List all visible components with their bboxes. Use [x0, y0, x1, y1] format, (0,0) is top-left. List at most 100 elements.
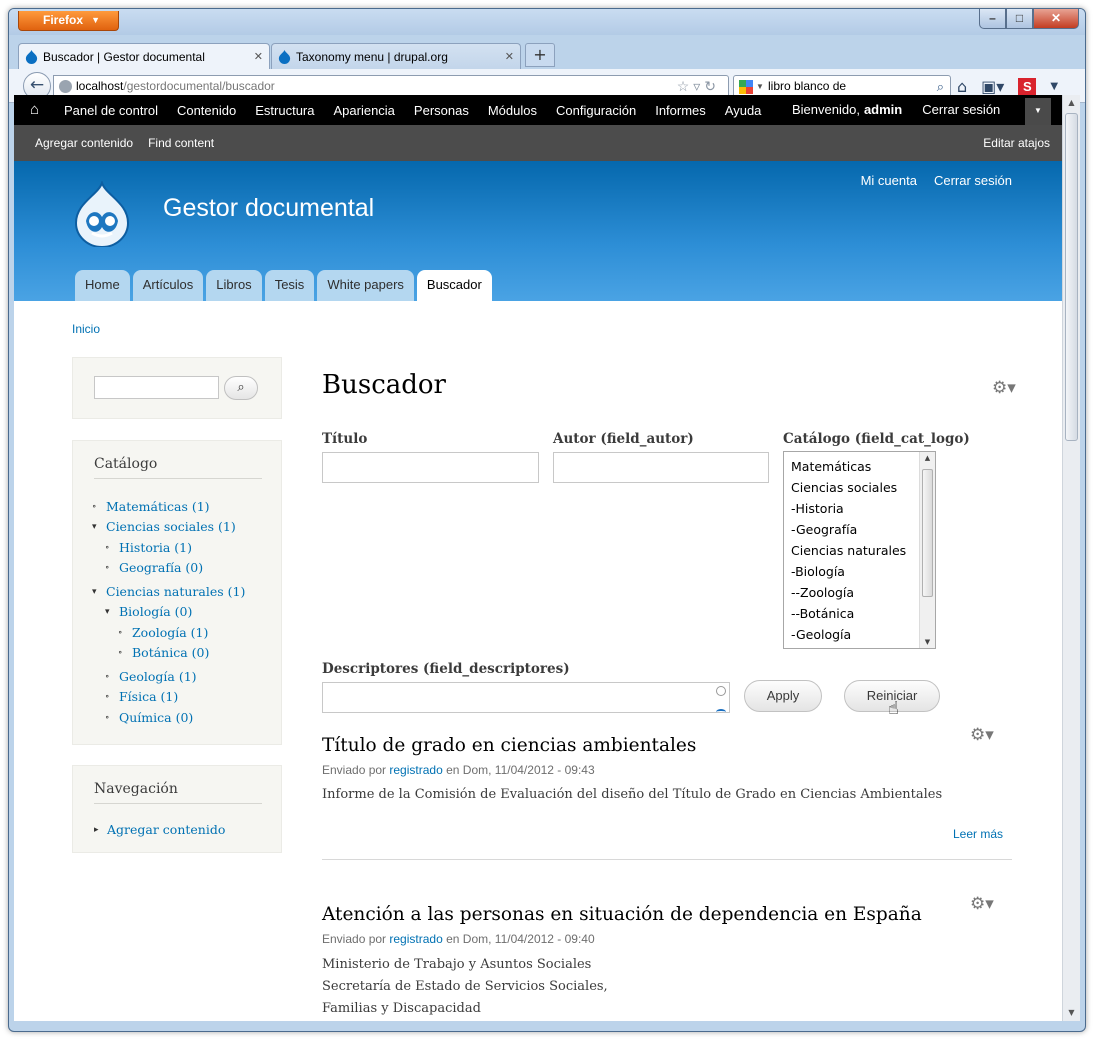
read-more-link[interactable]: Leer más	[953, 827, 1003, 841]
minimize-button[interactable]: –	[979, 9, 1006, 29]
tab-taxonomy-menu[interactable]: Taxonomy menu | drupal.org ✕	[271, 43, 521, 70]
close-tab-icon[interactable]: ✕	[254, 44, 263, 70]
scroll-down-icon[interactable]: ▼	[920, 638, 935, 646]
page-scrollbar[interactable]: ▲ ▼	[1062, 95, 1080, 1021]
page-scroll-thumb[interactable]	[1065, 113, 1078, 441]
catalog-item-link[interactable]: Ciencias naturales (1)	[106, 582, 245, 602]
maximize-button[interactable]: □	[1006, 9, 1033, 29]
drupal-logo-icon[interactable]	[72, 181, 132, 247]
catalog-item-link[interactable]: Biología (0)	[119, 602, 192, 622]
scroll-up-icon[interactable]: ▲	[1063, 95, 1080, 111]
search-input[interactable]	[94, 376, 219, 399]
select-scrollbar[interactable]: ▲ ▼	[919, 452, 935, 648]
catalog-item-link[interactable]: Química (0)	[119, 708, 193, 728]
admin-menu-apariencia[interactable]: Apariencia	[333, 103, 394, 118]
bookmarks-icon[interactable]: ▣▾	[981, 77, 1004, 96]
catalogo-option[interactable]: -Geografía	[791, 520, 935, 541]
result-body-2-line-3: Familias y Discapacidad	[322, 1001, 481, 1016]
gear-icon[interactable]: ⚙▾	[970, 894, 994, 914]
title-bar: Firefox ▼ – □ ✕	[9, 9, 1085, 35]
home-icon[interactable]: ⌂	[30, 101, 39, 118]
admin-menu-estructura[interactable]: Estructura	[255, 103, 314, 118]
catalog-item-link[interactable]: Ciencias sociales (1)	[106, 517, 236, 537]
admin-menu-configuracion[interactable]: Configuración	[556, 103, 636, 118]
admin-menu-panel-de-control[interactable]: Panel de control	[64, 103, 158, 118]
descriptores-input[interactable]	[322, 682, 730, 713]
extension-icon[interactable]: S	[1018, 77, 1037, 96]
admin-menu-ayuda[interactable]: Ayuda	[725, 103, 762, 118]
tab-libros[interactable]: Libros	[206, 270, 262, 301]
submitted-date: en Dom, 11/04/2012 - 09:40	[446, 932, 595, 946]
autor-input[interactable]	[553, 452, 769, 483]
catalogo-option[interactable]: -Biología	[791, 562, 935, 583]
username[interactable]: admin	[864, 95, 902, 125]
google-search-engine-icon[interactable]	[739, 80, 753, 94]
breadcrumb[interactable]: Inicio	[72, 322, 100, 336]
apply-button[interactable]: Apply	[744, 680, 822, 712]
site-name[interactable]: Gestor documental	[163, 194, 374, 223]
catalogo-option[interactable]: -Geología	[791, 625, 935, 646]
new-tab-button[interactable]: +	[525, 43, 555, 67]
catalogo-option[interactable]: Matemáticas	[791, 457, 935, 478]
admin-menu-contenido[interactable]: Contenido	[177, 103, 236, 118]
search-icon: ⌕	[237, 380, 245, 395]
logout-link-header[interactable]: Cerrar sesión	[934, 173, 1012, 188]
search-button[interactable]: ⌕	[224, 376, 258, 400]
bookmark-star-icon[interactable]: ☆▿↻	[677, 76, 720, 97]
gear-icon[interactable]: ⚙▾	[970, 725, 994, 745]
bullet-icon: ∘	[92, 502, 97, 512]
admin-menu-modulos[interactable]: Módulos	[488, 103, 537, 118]
edit-shortcuts-link[interactable]: Editar atajos	[983, 125, 1050, 161]
catalog-item-link[interactable]: Geología (1)	[119, 667, 197, 687]
close-window-button[interactable]: ✕	[1033, 9, 1079, 29]
admin-menu-informes[interactable]: Informes	[655, 103, 706, 118]
search-icon[interactable]: ⌕	[937, 76, 944, 97]
tab-buscador[interactable]: Buscador | Gestor documental ✕	[18, 43, 270, 70]
author-link[interactable]: registrado	[389, 763, 442, 777]
nav-add-content-link[interactable]: Agregar contenido	[107, 820, 225, 840]
scroll-down-icon[interactable]: ▼	[1063, 1005, 1080, 1021]
scroll-thumb[interactable]	[922, 469, 933, 597]
firefox-menu-button[interactable]: Firefox ▼	[18, 11, 119, 31]
tab-home[interactable]: Home	[75, 270, 130, 301]
tab-tesis[interactable]: Tesis	[264, 270, 315, 301]
catalogo-option[interactable]: -Historia	[791, 499, 935, 520]
result-title-2[interactable]: Atención a las personas en situación de …	[322, 904, 922, 925]
drupal-favicon-icon	[25, 49, 38, 64]
close-tab-icon[interactable]: ✕	[505, 44, 514, 70]
catalog-block: Catálogo ∘ Matemáticas (1) ▾ Ciencias socia…	[72, 440, 282, 745]
catalog-item-link[interactable]: Física (1)	[119, 687, 178, 707]
catalogo-option[interactable]: Ciencias sociales	[791, 478, 935, 499]
catalog-item-link[interactable]: Botánica (0)	[132, 643, 209, 663]
tab-articulos[interactable]: Artículos	[132, 270, 204, 301]
catalogo-select[interactable]: Matemáticas Ciencias sociales -Historia -Ge…	[783, 451, 936, 649]
welcome-text: Bienvenido,	[792, 102, 860, 117]
menu-chevron-icon[interactable]: ▼	[1050, 81, 1058, 92]
tab-buscador[interactable]: Buscador	[416, 270, 492, 301]
url-path: /gestordocumental/buscador	[123, 79, 275, 93]
catalogo-option[interactable]: --Botánica	[791, 604, 935, 625]
result-title-1[interactable]: Título de grado en ciencias ambientales	[322, 735, 696, 756]
catalog-item-link[interactable]: Geografía (0)	[119, 558, 203, 578]
catalog-item-link[interactable]: Historia (1)	[119, 538, 192, 558]
logout-link[interactable]: Cerrar sesión	[922, 95, 1000, 125]
shortcuts-toggle-button[interactable]: ▼	[1025, 98, 1051, 125]
expanded-arrow-icon: ▾	[105, 607, 110, 617]
scroll-up-icon[interactable]: ▲	[920, 454, 935, 462]
titulo-input[interactable]	[322, 452, 539, 483]
author-link[interactable]: registrado	[389, 932, 442, 946]
chevron-down-icon[interactable]: ▼	[756, 76, 764, 97]
gear-icon[interactable]: ⚙▾	[992, 378, 1016, 398]
titulo-label: Título	[322, 431, 368, 447]
shortcut-find-content[interactable]: Find content	[148, 125, 214, 161]
catalogo-options: Matemáticas Ciencias sociales -Historia -Ge…	[784, 452, 935, 646]
home-icon[interactable]: ⌂	[957, 77, 967, 96]
my-account-link[interactable]: Mi cuenta	[861, 173, 917, 188]
shortcut-agregar-contenido[interactable]: Agregar contenido	[35, 125, 133, 161]
catalog-item-link[interactable]: Matemáticas (1)	[106, 497, 210, 517]
catalogo-option[interactable]: Ciencias naturales	[791, 541, 935, 562]
catalogo-option[interactable]: --Zoología	[791, 583, 935, 604]
admin-menu-personas[interactable]: Personas	[414, 103, 469, 118]
catalog-item-link[interactable]: Zoología (1)	[132, 623, 208, 643]
tab-white-papers[interactable]: White papers	[317, 270, 414, 301]
